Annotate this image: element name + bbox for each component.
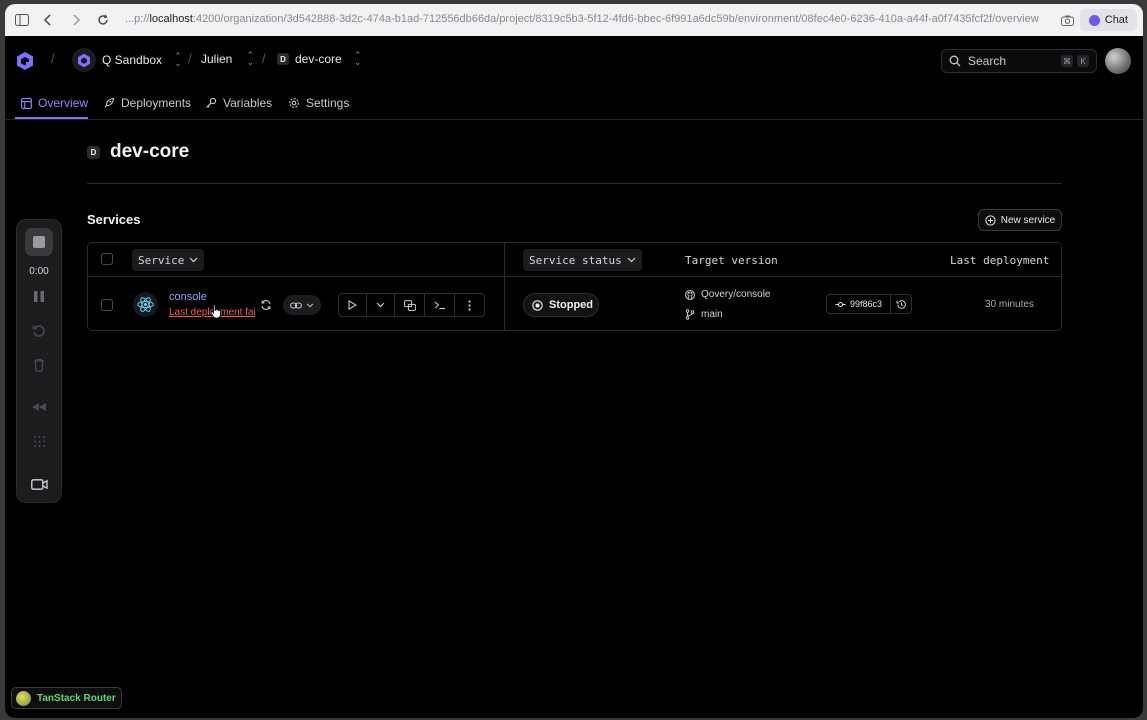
plus-circle-icon	[985, 214, 996, 226]
terminal-button[interactable]	[425, 294, 455, 316]
deploy-options-dropdown[interactable]	[367, 294, 395, 316]
status-badge[interactable]: Stopped	[523, 293, 599, 317]
column-divider	[504, 243, 505, 330]
gear-icon	[289, 98, 299, 108]
browser-toolbar: ...p://localhost:4200/organization/3d542…	[5, 4, 1143, 36]
breadcrumb-environment[interactable]: D dev-core ⌃ ⌄	[277, 50, 362, 67]
repository-link[interactable]: Qovery/console	[685, 289, 770, 300]
tab-settings[interactable]: Settings	[288, 96, 349, 110]
services-heading: Services	[87, 212, 141, 227]
logs-button[interactable]	[395, 294, 425, 316]
tanstack-logo-icon	[16, 690, 31, 706]
row-checkbox[interactable]	[101, 299, 113, 311]
video-camera-icon[interactable]	[29, 474, 49, 494]
chevron-down-icon	[376, 302, 385, 308]
service-actions-group	[338, 293, 485, 317]
chat-icon	[1088, 14, 1100, 26]
qovery-logo-icon[interactable]	[16, 51, 34, 76]
browser-window: ...p://localhost:4200/organization/3d542…	[5, 4, 1143, 718]
rewind-icon[interactable]	[29, 397, 49, 417]
git-branch-icon	[685, 309, 695, 320]
camera-icon[interactable]	[1056, 9, 1078, 31]
reload-icon[interactable]	[92, 9, 114, 31]
environment-tabs: Overview Deployments Variables Settings	[5, 86, 1143, 120]
app-header: / Q Sandbox ⌃ ⌄ / Julien ⌃ ⌄ / D dev-core …	[5, 36, 1143, 86]
user-avatar[interactable]	[1105, 48, 1131, 74]
play-icon	[348, 300, 357, 310]
screen-recorder-toolbar: 0:00	[16, 219, 62, 503]
last-deployment-header: Last deployment	[950, 254, 1050, 267]
divider	[87, 183, 1062, 184]
history-icon	[896, 299, 906, 309]
chat-button[interactable]: Chat	[1079, 9, 1137, 31]
grid-icon[interactable]	[29, 431, 49, 451]
chevron-down-icon	[189, 257, 198, 263]
tab-variables[interactable]: Variables	[205, 96, 272, 110]
last-deployment-time: 30 minutes	[985, 299, 1034, 310]
service-column-filter[interactable]: Service	[132, 249, 205, 271]
service-name-link[interactable]: console	[169, 291, 207, 303]
commit-hash[interactable]: 99f86c3	[827, 295, 891, 313]
stop-icon	[33, 236, 45, 248]
chevron-up-down-icon: ⌃ ⌄	[174, 51, 182, 68]
play-button[interactable]	[339, 294, 367, 316]
rollback-button[interactable]	[891, 295, 911, 313]
url-host: localhost	[149, 13, 193, 25]
pause-icon[interactable]	[29, 286, 49, 306]
more-options-button[interactable]	[455, 294, 484, 316]
search-button[interactable]: Search ⌘ K	[941, 49, 1097, 73]
git-commit-icon	[835, 301, 846, 307]
chevron-up-down-icon: ⌃ ⌄	[353, 50, 362, 67]
sidebar-toggle-icon[interactable]	[11, 9, 33, 31]
active-tab-indicator	[15, 117, 88, 119]
service-links-dropdown[interactable]	[283, 295, 321, 315]
more-vertical-icon	[468, 299, 471, 311]
environment-name: dev-core	[110, 141, 190, 162]
trash-icon[interactable]	[29, 355, 49, 375]
tab-overview[interactable]: Overview	[21, 96, 88, 110]
select-all-checkbox[interactable]	[101, 253, 113, 265]
stop-recording-button[interactable]	[25, 228, 53, 256]
page-title: D dev-core	[87, 141, 189, 163]
recording-timer: 0:00	[29, 266, 49, 277]
environment-badge: D	[277, 53, 289, 65]
branch-label: main	[685, 309, 723, 320]
search-icon	[949, 55, 961, 67]
tab-deployments[interactable]: Deployments	[103, 96, 191, 110]
forward-icon[interactable]	[65, 9, 87, 31]
github-icon	[685, 289, 695, 300]
address-bar[interactable]: ...p://localhost:4200/organization/3d542…	[125, 13, 1050, 25]
target-version-header: Target version	[685, 254, 778, 267]
breadcrumb-organization[interactable]: Q Sandbox ⌃ ⌄	[72, 48, 182, 72]
chevron-down-icon	[627, 257, 636, 263]
logs-icon	[403, 299, 416, 311]
hand-cursor-icon	[210, 304, 222, 324]
chevron-up-down-icon: ⌃ ⌄	[246, 50, 255, 67]
back-icon[interactable]	[37, 9, 59, 31]
breadcrumb-project[interactable]: Julien ⌃ ⌄	[201, 50, 255, 67]
link-icon	[290, 301, 302, 309]
new-service-button[interactable]: New service	[978, 209, 1062, 231]
chevron-down-icon	[306, 302, 314, 307]
services-table: Service Service status Target version La…	[87, 242, 1062, 331]
environment-badge: D	[87, 145, 100, 159]
tanstack-router-devtools-button[interactable]: TanStack Router	[11, 687, 122, 709]
org-logo-icon	[72, 48, 96, 72]
restart-icon[interactable]	[29, 321, 49, 341]
table-header: Service Service status Target version La…	[88, 243, 1061, 277]
refresh-icon[interactable]	[258, 297, 274, 313]
rocket-icon	[104, 97, 115, 108]
react-icon	[133, 292, 158, 317]
keyboard-shortcut: ⌘ K	[1061, 55, 1089, 67]
terminal-icon	[434, 301, 445, 310]
overview-icon	[21, 97, 32, 109]
status-column-filter[interactable]: Service status	[523, 249, 642, 271]
stopped-icon	[532, 299, 543, 311]
commit-selector[interactable]: 99f86c3	[826, 294, 912, 314]
key-icon	[206, 97, 217, 108]
